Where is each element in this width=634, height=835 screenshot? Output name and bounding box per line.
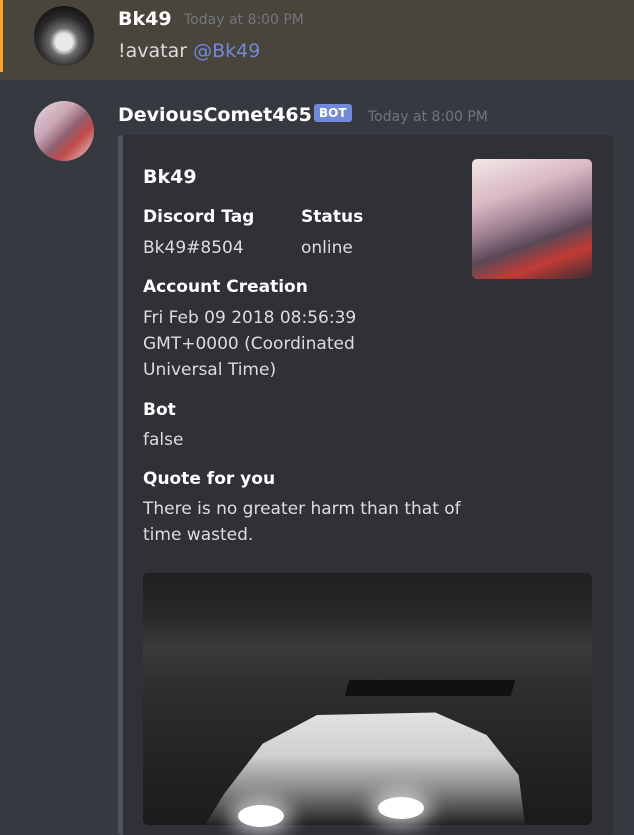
field-name: Account Creation — [143, 277, 308, 297]
field-name: Quote for you — [143, 469, 276, 489]
bot-badge: BOT — [314, 104, 352, 122]
mention-highlight-bar — [0, 0, 3, 72]
embed-thumbnail[interactable] — [472, 159, 592, 279]
bot-avatar[interactable] — [34, 101, 94, 161]
embed-title: Bk49 — [143, 166, 197, 188]
timestamp: Today at 8:00 PM — [184, 12, 304, 28]
message-text: !avatar @Bk49 — [118, 40, 260, 62]
headlight-left — [238, 805, 284, 827]
field-name: Discord Tag — [143, 207, 255, 227]
user-mention[interactable]: @Bk49 — [193, 40, 260, 62]
field-value: There is no greater harm than that of ti… — [143, 499, 461, 545]
field-name: Status — [301, 207, 364, 227]
timestamp: Today at 8:00 PM — [368, 109, 488, 125]
user-avatar[interactable] — [34, 6, 94, 66]
field-value: false — [143, 430, 184, 450]
bot-username[interactable]: DeviousComet465 — [118, 104, 312, 126]
field-name: Bot — [143, 400, 176, 420]
embed-accent-bar — [118, 135, 123, 835]
headlight-right — [378, 797, 424, 819]
field-value: Fri Feb 09 2018 08:56:39 GMT+0000 (Coord… — [143, 308, 357, 380]
command-text: !avatar — [118, 40, 194, 62]
field-value: Bk49#8504 — [143, 238, 244, 258]
username[interactable]: Bk49 — [118, 8, 172, 30]
car-wing — [344, 680, 516, 696]
mentioned-message — [0, 0, 634, 80]
field-value: online — [301, 238, 353, 258]
